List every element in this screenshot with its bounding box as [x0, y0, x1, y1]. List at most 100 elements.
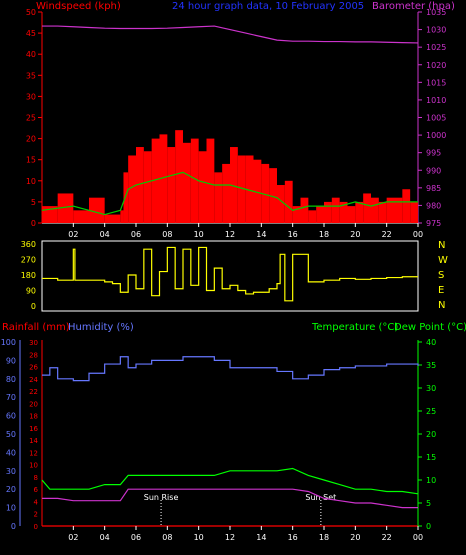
humidity-ytick-label-1: 10	[6, 504, 16, 513]
temperature-axis-title: Temperature (°C)	[311, 322, 398, 333]
humidity-ytick-label-0: 0	[11, 522, 16, 531]
baro-ytick-label-12: 1035	[426, 8, 446, 17]
temp-xtick-label-10: 22	[382, 533, 392, 542]
rain-ytick-label-0: 0	[34, 523, 38, 531]
direction-ytick-label-3: 270	[21, 256, 36, 265]
rain-ytick-label-5: 10	[29, 462, 38, 470]
rain-ytick-label-9: 18	[29, 413, 38, 421]
wind-gust-bar	[378, 201, 387, 223]
wind-gust-bar	[331, 197, 340, 223]
rain-ytick-label-10: 20	[29, 400, 38, 408]
wind-xtick-label-8: 18	[319, 230, 329, 239]
wind-gust-bar	[175, 130, 183, 223]
wind-panel: 05101520253035404550 9759809859909951000…	[26, 8, 447, 239]
windspeed-axis-title: Windspeed (kph)	[36, 1, 121, 12]
rain-ytick-label-8: 16	[29, 425, 38, 433]
wind-gust-bar	[120, 210, 124, 223]
temp-xtick-label-9: 20	[350, 533, 360, 542]
humidity-ytick-label-8: 80	[6, 375, 16, 384]
direction-ytick-label-0: 0	[31, 302, 36, 311]
wind-gust-bar	[183, 142, 191, 223]
baro-ytick-label-0: 975	[426, 219, 441, 228]
temp-xtick-label-1: 04	[100, 533, 110, 542]
wind-xtick-label-7: 16	[288, 230, 298, 239]
wind-gust-bar	[371, 197, 379, 223]
wind-xtick-label-0: 02	[68, 230, 78, 239]
rain-ytick-label-1: 2	[34, 511, 38, 519]
wind-gust-bar	[214, 172, 223, 223]
wind-gust-bar	[410, 201, 418, 223]
humidity-ytick-label-5: 50	[6, 430, 16, 439]
temp-xtick-label-2: 06	[131, 533, 141, 542]
rain-ytick-label-13: 26	[29, 364, 38, 372]
temp-ytick-label-2: 10	[426, 476, 436, 485]
wind-gust-bar	[143, 151, 152, 223]
compass-label-2: S	[438, 270, 444, 281]
wind-xtick-label-9: 20	[350, 230, 360, 239]
wind-ytick-label-2: 10	[26, 177, 36, 186]
direction-ytick-label-2: 180	[21, 271, 36, 280]
wind-ytick-label-4: 20	[26, 135, 36, 144]
humidity-ytick-label-4: 40	[6, 448, 16, 457]
rain-ytick-label-14: 28	[29, 351, 38, 359]
baro-ytick-label-9: 1020	[426, 61, 446, 70]
wind-xtick-label-5: 12	[225, 230, 235, 239]
temp-xtick-label-11: 00	[413, 533, 423, 542]
temp-ytick-label-6: 30	[426, 384, 436, 393]
temp-ytick-label-3: 15	[426, 453, 436, 462]
wind-gust-bar	[73, 210, 89, 223]
wind-gust-bar	[284, 180, 293, 223]
direction-ytick-label-4: 360	[21, 240, 36, 249]
chart-title: 24 hour graph data, 10 February 2005	[172, 1, 364, 12]
temp-xtick-label-4: 10	[194, 533, 204, 542]
humidity-ytick-label-2: 20	[6, 485, 16, 494]
weather-graph: Windspeed (kph) 24 hour graph data, 10 F…	[1, 1, 466, 542]
rain-ytick-label-11: 22	[29, 388, 38, 396]
wind-ytick-label-1: 5	[31, 198, 36, 207]
rain-ytick-label-6: 12	[29, 449, 38, 457]
wind-gust-bar	[363, 193, 371, 223]
baro-ytick-label-11: 1030	[426, 26, 446, 35]
wind-ytick-label-8: 40	[26, 50, 36, 59]
direction-ytick-label-1: 90	[26, 287, 36, 296]
rain-ytick-label-3: 6	[34, 486, 39, 494]
baro-ytick-label-3: 990	[426, 166, 441, 175]
rainfall-axis-title: Rainfall (mm)	[2, 322, 70, 333]
rain-ytick-label-2: 4	[34, 498, 39, 506]
wind-gust-bar	[277, 185, 285, 223]
wind-ytick-label-9: 45	[26, 29, 36, 38]
wind-ytick-label-7: 35	[26, 71, 36, 80]
dewpoint-axis-title: Dew Point (°C)	[394, 322, 466, 333]
baro-ytick-label-1: 980	[426, 201, 441, 210]
baro-ytick-label-6: 1005	[426, 114, 446, 123]
temperature-line	[41, 467, 419, 495]
humidity-ytick-label-9: 90	[6, 356, 16, 365]
temp-ytick-label-0: 0	[426, 522, 431, 531]
rain-ytick-label-7: 14	[29, 437, 38, 445]
barometer-line	[42, 25, 419, 44]
temp-xtick-label-3: 08	[162, 533, 172, 542]
temp-ytick-label-8: 40	[426, 338, 436, 347]
rain-ytick-label-4: 8	[34, 474, 38, 482]
humidity-ytick-label-7: 70	[6, 393, 16, 402]
rain-ytick-label-12: 24	[29, 376, 38, 384]
humidity-ytick-label-10: 100	[1, 338, 16, 347]
humidity-ytick-label-6: 60	[6, 412, 16, 421]
wind-xtick-label-10: 22	[382, 230, 392, 239]
temp-ytick-label-1: 5	[426, 499, 431, 508]
temp-xtick-label-8: 18	[319, 533, 329, 542]
wind-gust-bar	[222, 163, 230, 223]
temp-xtick-label-6: 14	[256, 533, 266, 542]
wind-ytick-label-0: 0	[31, 219, 36, 228]
wind-gust-bar	[316, 206, 324, 223]
wind-gust-bar	[167, 147, 176, 223]
baro-ytick-label-4: 995	[426, 149, 441, 158]
temp-ytick-label-7: 35	[426, 361, 436, 370]
wind-gust-bar	[308, 210, 317, 223]
wind-gust-bar	[206, 138, 215, 223]
baro-ytick-label-7: 1010	[426, 96, 446, 105]
wind-xtick-label-2: 06	[131, 230, 141, 239]
compass-label-3: E	[438, 285, 444, 296]
compass-label-4: N	[438, 300, 445, 311]
wind-ytick-label-10: 50	[26, 8, 36, 17]
